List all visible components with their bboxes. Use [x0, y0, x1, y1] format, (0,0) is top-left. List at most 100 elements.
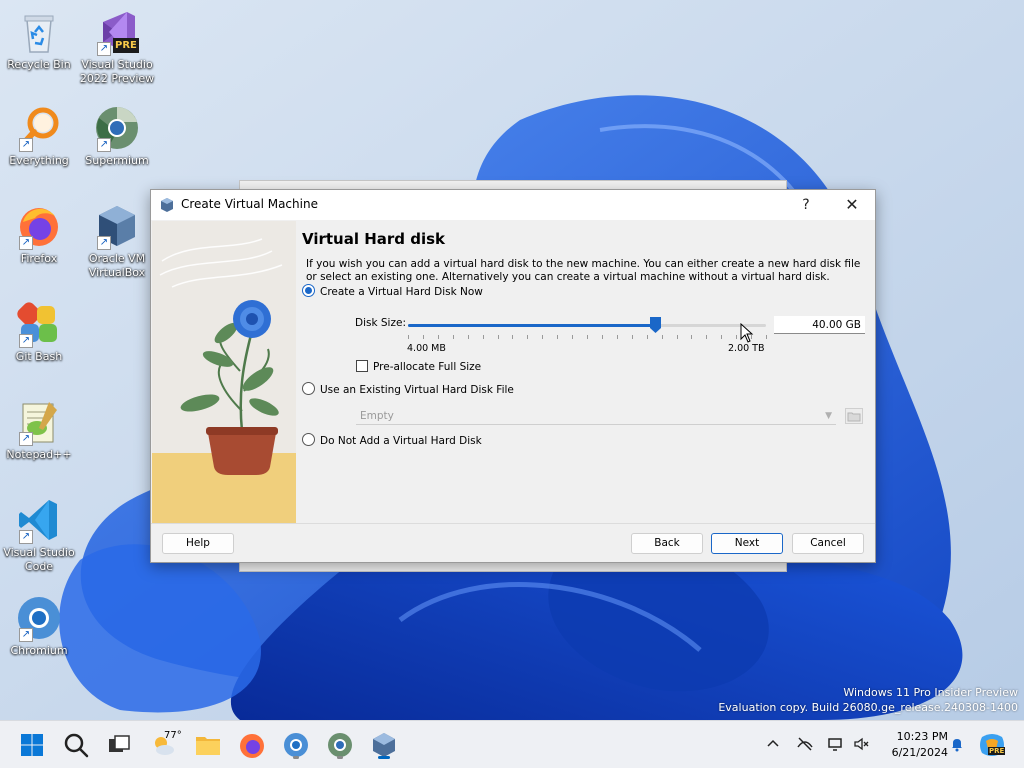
desktop-icon-git-bash[interactable]: ↗ Git Bash: [1, 300, 77, 364]
desktop-icon-label: Recycle Bin: [7, 58, 71, 71]
copilot-button[interactable]: PRE: [978, 731, 1006, 759]
shortcut-arrow-icon: ↗: [19, 334, 33, 348]
virtualbox-icon: [161, 198, 173, 212]
network-offline-icon[interactable]: [796, 735, 814, 753]
desktop-icon-firefox[interactable]: ↗ Firefox: [1, 202, 77, 266]
slider-tick: [512, 335, 513, 339]
disk-size-field[interactable]: [774, 316, 865, 334]
radio-button[interactable]: [302, 382, 315, 395]
slider-tick: [557, 335, 558, 339]
slider-tick: [572, 335, 573, 339]
desktop-icon-label: Notepad++: [6, 448, 72, 461]
close-icon[interactable]: ✕: [835, 193, 869, 217]
cancel-button[interactable]: Cancel: [792, 533, 864, 554]
mouse-cursor-icon: [740, 323, 754, 343]
pre-badge: PRE: [988, 747, 1006, 755]
recycle-bin-icon: [24, 15, 54, 53]
desktop-icon-visual-studio-2022-preview[interactable]: PRE ↗ Visual Studio 2022 Preview: [79, 8, 155, 86]
desktop-icon-oracle-vm-virtualbox[interactable]: ↗ Oracle VM VirtualBox: [79, 202, 155, 280]
help-icon[interactable]: ?: [791, 193, 821, 217]
notification-bell-icon[interactable]: [948, 735, 966, 753]
desktop-icon-notepadpp[interactable]: ↗ Notepad++: [1, 398, 77, 462]
start-button[interactable]: [16, 729, 48, 761]
display-icon[interactable]: [826, 735, 844, 753]
slider-tick: [721, 335, 722, 339]
chevron-up-icon[interactable]: [764, 735, 782, 753]
radio-use-existing-disk[interactable]: Use an Existing Virtual Hard Disk File: [302, 382, 514, 398]
radio-create-disk-now[interactable]: Create a Virtual Hard Disk Now: [302, 284, 483, 300]
taskbar-chromium[interactable]: [280, 729, 312, 761]
dialog-titlebar[interactable]: Create Virtual Machine ? ✕: [151, 190, 875, 220]
folder-icon: [847, 412, 861, 422]
build-watermark: Windows 11 Pro Insider Preview Evaluatio…: [718, 685, 1018, 715]
help-button[interactable]: Help: [162, 533, 234, 554]
existing-disk-select[interactable]: Empty ▼: [356, 407, 836, 425]
desktop-icon-chromium[interactable]: ↗ Chromium: [1, 594, 77, 658]
desktop-icon-supermium[interactable]: ↗ Supermium: [79, 104, 155, 168]
desktop-icon-everything[interactable]: ↗ Everything: [1, 104, 77, 168]
radio-no-disk[interactable]: Do Not Add a Virtual Hard Disk: [302, 433, 482, 449]
slider-tick: [483, 335, 484, 339]
folder-icon: [196, 737, 220, 755]
windows-logo-icon: [21, 734, 43, 756]
desktop-icon-label: Visual Studio: [3, 546, 75, 559]
preallocate-checkbox[interactable]: [356, 360, 368, 372]
taskbar-supermium[interactable]: [324, 729, 356, 761]
dialog-button-bar: Help Back Next Cancel: [151, 523, 875, 562]
desktop-icon-label: Chromium: [10, 644, 68, 657]
shortcut-arrow-icon: ↗: [97, 138, 111, 152]
shortcut-arrow-icon: ↗: [97, 236, 111, 250]
radio-button-selected[interactable]: [302, 284, 315, 297]
shortcut-arrow-icon: ↗: [19, 432, 33, 446]
desktop-icon-label: Firefox: [20, 252, 58, 265]
slider-tick: [632, 335, 633, 339]
slider-tick: [438, 335, 439, 339]
desktop-icon-label: Supermium: [85, 154, 149, 167]
speaker-muted-icon[interactable]: [852, 735, 870, 753]
slider-tick: [468, 335, 469, 339]
active-indicator: [378, 756, 390, 759]
task-view-button[interactable]: [103, 729, 135, 761]
radio-label: Use an Existing Virtual Hard Disk File: [320, 384, 514, 396]
shortcut-arrow-icon: ↗: [19, 236, 33, 250]
slider-tick: [602, 335, 603, 339]
page-heading: Virtual Hard disk: [302, 230, 446, 248]
search-button[interactable]: [60, 729, 92, 761]
desktop-icon-label-2: Code: [24, 560, 54, 573]
slider-tick: [736, 335, 737, 339]
radio-label: Do Not Add a Virtual Hard Disk: [320, 435, 482, 447]
desktop-icon-label: Git Bash: [15, 350, 63, 363]
task-view-icon: [109, 735, 130, 752]
clock-time: 10:23 PM: [896, 730, 948, 743]
watermark-line-2: Evaluation copy. Build 26080.ge_release.…: [718, 701, 1018, 714]
slider-tick: [423, 335, 424, 339]
taskbar-firefox[interactable]: [236, 729, 268, 761]
clock[interactable]: 10:23 PM 6/21/2024: [880, 729, 948, 761]
back-button[interactable]: Back: [631, 533, 703, 554]
create-vm-dialog: Create Virtual Machine ? ✕ Virtual Hard …: [150, 189, 876, 563]
shortcut-arrow-icon: ↗: [19, 628, 33, 642]
browse-folder-button[interactable]: [845, 408, 863, 424]
taskbar-file-explorer[interactable]: [192, 729, 224, 761]
preallocate-checkbox-row[interactable]: Pre-allocate Full Size: [356, 359, 481, 375]
shortcut-arrow-icon: ↗: [19, 138, 33, 152]
slider-tick: [647, 335, 648, 339]
taskbar-virtualbox[interactable]: [368, 729, 400, 761]
firefox-icon: [240, 734, 264, 758]
slider-tick: [677, 335, 678, 339]
weather-temperature: 77°: [164, 730, 182, 741]
disk-size-label: Disk Size:: [355, 317, 406, 329]
slider-tick: [453, 335, 454, 339]
next-button[interactable]: Next: [711, 533, 783, 554]
search-icon: [64, 733, 89, 758]
desktop-icon-label: Visual Studio: [81, 58, 153, 71]
desktop-icon-label: Oracle VM: [88, 252, 146, 265]
disk-size-slider-handle[interactable]: [650, 317, 662, 333]
dialog-content: Virtual Hard disk If you wish you can ad…: [296, 221, 875, 523]
slider-tick: [587, 335, 588, 339]
desktop-icon-vscode[interactable]: ↗ Visual Studio Code: [1, 496, 77, 574]
pre-badge: PRE: [115, 40, 137, 51]
desktop-icon-label-2: 2022 Preview: [79, 72, 155, 85]
desktop-icon-recycle-bin[interactable]: Recycle Bin: [1, 8, 77, 72]
radio-button[interactable]: [302, 433, 315, 446]
